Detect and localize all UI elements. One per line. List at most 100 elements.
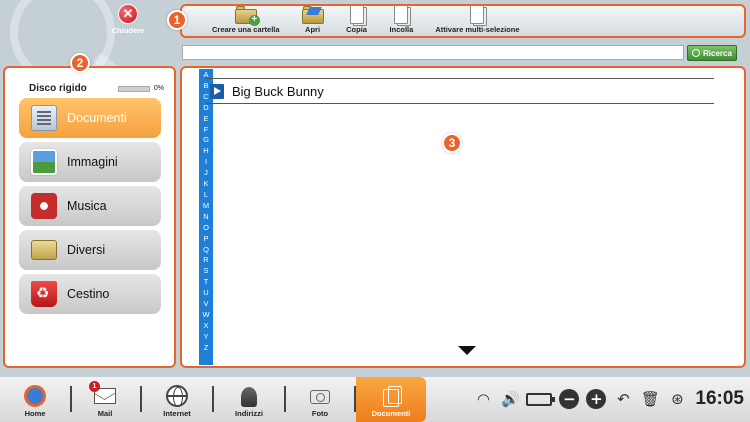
- taskbar-separator: [140, 386, 142, 412]
- documents-icon: [31, 105, 57, 131]
- zoom-out-icon[interactable]: −: [559, 389, 580, 409]
- alphabet-letter[interactable]: E: [203, 114, 208, 125]
- alphabet-letter[interactable]: Z: [204, 343, 209, 354]
- category-immagini[interactable]: Immagini: [19, 142, 161, 182]
- folder-icon: [31, 240, 57, 260]
- alphabet-letter[interactable]: W: [202, 310, 209, 321]
- alphabet-letter[interactable]: O: [203, 223, 209, 234]
- alphabet-letter[interactable]: I: [205, 157, 207, 168]
- alphabet-index-bar: ABCDEFGHIJKLMNOPQRSTUVWXYZ: [199, 69, 213, 365]
- alphabet-letter[interactable]: P: [203, 234, 208, 245]
- alphabet-letter[interactable]: L: [204, 190, 208, 201]
- category-documenti[interactable]: Documenti: [19, 98, 161, 138]
- category-musica[interactable]: Musica: [19, 186, 161, 226]
- alphabet-letter[interactable]: N: [203, 212, 208, 223]
- system-tray: ◠ 🔊 − + ↶ 🗑 ⊛ 16:05: [466, 385, 744, 413]
- alphabet-letter[interactable]: G: [203, 135, 209, 146]
- category-cestino[interactable]: Cestino: [19, 274, 161, 314]
- paste-button[interactable]: Incolla: [389, 5, 414, 34]
- category-label: Diversi: [67, 243, 106, 257]
- wifi-icon[interactable]: ◠: [473, 389, 493, 409]
- documents-icon: [383, 386, 402, 407]
- taskbar-internet[interactable]: Internet: [152, 377, 202, 422]
- alphabet-letter[interactable]: Y: [203, 332, 208, 343]
- file-name: Big Buck Bunny: [232, 83, 324, 99]
- alphabet-letter[interactable]: R: [203, 255, 208, 266]
- alphabet-letter[interactable]: U: [203, 288, 208, 299]
- taskbar-label: Mail: [97, 409, 113, 418]
- step-badge-1: 1: [167, 10, 187, 30]
- trash-icon[interactable]: 🗑: [640, 389, 660, 409]
- camera-icon: [310, 390, 330, 404]
- taskbar-label: Home: [24, 409, 46, 418]
- battery-icon[interactable]: [526, 392, 556, 406]
- taskbar-label: Indirizzi: [235, 409, 263, 418]
- close-icon: ✕: [118, 4, 138, 24]
- open-button[interactable]: Apri: [301, 5, 324, 34]
- copy-button[interactable]: Copia: [346, 5, 368, 34]
- multi-select-icon: [466, 5, 488, 26]
- search-input[interactable]: [182, 45, 684, 60]
- paste-label: Incolla: [389, 25, 414, 34]
- music-icon: [31, 193, 57, 219]
- copy-label: Copia: [346, 25, 367, 34]
- help-lifebuoy-icon[interactable]: ⊛: [667, 389, 687, 409]
- scroll-down-arrow-icon[interactable]: [458, 346, 476, 355]
- alphabet-letter[interactable]: F: [204, 125, 209, 136]
- taskbar-documenti[interactable]: Documenti: [356, 377, 426, 422]
- category-label: Musica: [67, 199, 107, 213]
- step-badge-3: 3: [442, 133, 462, 153]
- search-button-label: Ricerca: [703, 48, 732, 58]
- home-icon: [24, 385, 46, 407]
- alphabet-letter[interactable]: K: [203, 179, 208, 190]
- disk-usage-row: Disco rigido 0%: [29, 83, 164, 94]
- taskbar-indirizzi[interactable]: Indirizzi: [224, 377, 274, 422]
- file-row[interactable]: Big Buck Bunny: [206, 78, 714, 104]
- taskbar-foto[interactable]: Foto: [296, 377, 344, 422]
- close-label: Chiudere: [111, 26, 145, 35]
- alphabet-letter[interactable]: X: [203, 321, 208, 332]
- alphabet-letter[interactable]: J: [204, 168, 208, 179]
- close-button[interactable]: ✕ Chiudere: [108, 4, 148, 40]
- alphabet-letter[interactable]: S: [203, 266, 208, 277]
- taskbar-label: Internet: [163, 409, 191, 418]
- category-list: Documenti Immagini Musica Diversi Cestin…: [19, 98, 161, 318]
- toolbar: + Creare una cartella Apri Copia Incolla…: [180, 4, 746, 38]
- alphabet-letter[interactable]: T: [204, 277, 209, 288]
- mail-icon: 1: [89, 381, 116, 404]
- disk-label: Disco rigido: [29, 83, 87, 94]
- video-file-icon: [210, 83, 224, 99]
- multi-select-label: Attivare multi-selezione: [435, 25, 520, 34]
- disk-usage-percent: 0%: [153, 85, 164, 92]
- mail-unread-badge: 1: [89, 381, 100, 392]
- multi-select-button[interactable]: Attivare multi-selezione: [435, 5, 520, 34]
- open-folder-icon: [301, 5, 324, 25]
- file-list-panel: ABCDEFGHIJKLMNOPQRSTUVWXYZ Big Buck Bunn…: [180, 66, 746, 368]
- category-label: Immagini: [67, 155, 118, 169]
- alphabet-letter[interactable]: H: [203, 146, 208, 157]
- taskbar-separator: [212, 386, 214, 412]
- clock: 16:05: [695, 388, 744, 409]
- taskbar-label: Foto: [311, 409, 329, 418]
- taskbar-mail[interactable]: 1 Mail: [82, 377, 128, 422]
- alphabet-letter[interactable]: M: [203, 201, 209, 212]
- search-button[interactable]: Ricerca: [687, 45, 737, 61]
- paste-icon: [390, 5, 412, 26]
- category-sidebar: Disco rigido 0% Documenti Immagini Music…: [3, 66, 176, 368]
- category-label: Cestino: [67, 287, 110, 301]
- taskbar-home[interactable]: Home: [12, 377, 58, 422]
- zoom-in-icon[interactable]: +: [586, 389, 607, 409]
- images-icon: [31, 149, 57, 175]
- taskbar-separator: [284, 386, 286, 412]
- back-arrow-icon[interactable]: ↶: [613, 389, 633, 409]
- step-badge-2: 2: [70, 53, 90, 73]
- alphabet-letter[interactable]: Q: [203, 245, 209, 256]
- alphabet-letter[interactable]: D: [203, 103, 208, 114]
- create-folder-label: Creare una cartella: [212, 25, 280, 34]
- volume-icon[interactable]: 🔊: [500, 389, 520, 409]
- alphabet-letter[interactable]: V: [203, 299, 208, 310]
- category-diversi[interactable]: Diversi: [19, 230, 161, 270]
- create-folder-button[interactable]: + Creare una cartella: [212, 5, 280, 34]
- open-label: Apri: [305, 25, 321, 34]
- taskbar: Home 1 Mail Internet Indirizzi Foto Docu…: [0, 377, 750, 422]
